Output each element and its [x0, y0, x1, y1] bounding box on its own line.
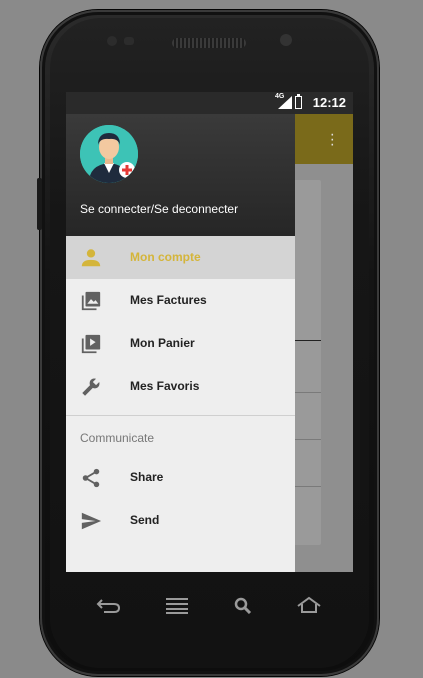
earpiece-speaker	[172, 38, 246, 48]
front-camera-icon	[280, 34, 292, 46]
signal-icon	[278, 96, 292, 109]
menu-item-label: Send	[130, 513, 160, 527]
drawer-menu: Mon compte Mes Factures Mon Panier Mes F…	[66, 236, 295, 542]
menu-item-send[interactable]: Send	[66, 499, 295, 542]
drawer-header[interactable]: Se connecter/Se deconnecter	[66, 114, 295, 236]
menu-item-mes-factures[interactable]: Mes Factures	[66, 279, 295, 322]
sensor-icon	[107, 36, 117, 46]
share-icon	[82, 468, 100, 488]
menu-item-label: Share	[130, 470, 164, 484]
overflow-menu-icon[interactable]: · · ·	[330, 127, 335, 153]
navigation-drawer: Se connecter/Se deconnecter Mon compte M…	[66, 114, 295, 572]
volume-button	[37, 178, 42, 230]
menu-item-label: Mes Factures	[130, 293, 207, 307]
section-title: Communicate	[80, 431, 155, 445]
doctor-avatar-icon	[80, 125, 138, 183]
section-header-communicate: Communicate	[66, 416, 295, 456]
send-icon	[81, 512, 102, 530]
menu-item-label: Mon Panier	[130, 336, 195, 350]
menu-item-mon-compte[interactable]: Mon compte	[66, 236, 295, 279]
status-time: 12:12	[312, 95, 346, 110]
status-bar: 4G 12:12	[66, 92, 353, 114]
video-library-icon	[81, 334, 101, 354]
login-logout-label[interactable]: Se connecter/Se deconnecter	[80, 202, 238, 216]
menu-item-mon-panier[interactable]: Mon Panier	[66, 322, 295, 365]
menu-button-icon[interactable]	[164, 596, 190, 614]
proximity-sensor-icon	[124, 37, 134, 45]
photo-library-icon	[81, 291, 101, 311]
search-button-icon[interactable]	[230, 596, 256, 614]
avatar[interactable]	[80, 125, 138, 183]
back-button-icon[interactable]	[96, 596, 122, 614]
battery-icon	[295, 94, 302, 109]
menu-item-share[interactable]: Share	[66, 456, 295, 499]
menu-item-label: Mon compte	[130, 250, 201, 264]
menu-item-label: Mes Favoris	[130, 379, 200, 393]
person-icon	[81, 249, 101, 267]
menu-item-mes-favoris[interactable]: Mes Favoris	[66, 365, 295, 408]
wrench-icon	[82, 378, 100, 396]
home-button-icon[interactable]	[296, 596, 322, 614]
phone-screen: · · · 4G 12:12 Se connecter/Se deconnect…	[66, 92, 353, 572]
